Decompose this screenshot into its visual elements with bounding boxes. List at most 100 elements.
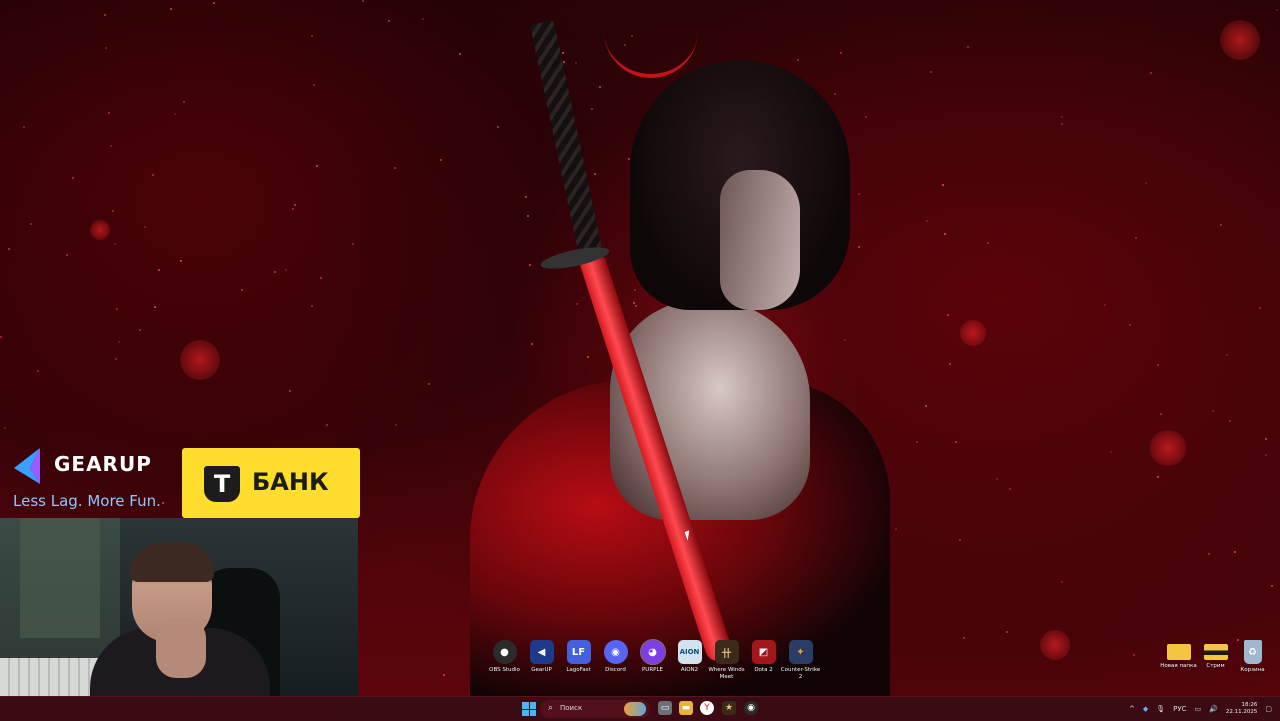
task-view-icon[interactable]: ▭ [658,701,672,715]
desktop-right-shortcuts: Новая папка Стрим ♻ Корзина [1160,640,1271,674]
wallpaper-sword-handle [530,20,604,260]
clock-time: 18:26 [1241,702,1258,708]
wallpaper-star [587,356,589,358]
gearup-slogan: Less Lag. More Fun. [13,492,161,510]
wallpaper-star [1265,438,1267,440]
search-placeholder: Поиск [560,704,583,712]
webcam-streamer-hair [130,542,214,582]
wallpaper-star [527,215,529,217]
wallpaper-bokeh [180,340,220,380]
wallpaper-star [183,101,185,103]
wallpaper-star [154,306,156,308]
wallpaper-star [1212,410,1214,412]
wallpaper-star [1129,324,1131,326]
wallpaper-star [104,14,106,16]
wallpaper-star [865,116,867,118]
wallpaper-star [388,20,390,22]
taskbar-search[interactable]: ⌕ Поиск [540,700,650,718]
shortcut-label: Counter-Strike 2 [780,667,821,680]
yandex-browser-icon[interactable]: Y [700,701,714,715]
wallpaper-star [967,46,969,48]
shortcut-where-winds-meet[interactable]: 卄 Where Winds Meet [708,640,745,681]
wallpaper-bokeh [1150,430,1186,466]
wallpaper-star [313,84,315,86]
wallpaper-star [1009,488,1011,490]
wallpaper-star [1135,237,1137,239]
volume-icon[interactable]: 🔊 [1209,705,1218,713]
search-highlight-icon [624,702,646,716]
wallpaper-star [72,177,74,179]
wallpaper-star [531,343,533,345]
shortcut-stream-folder[interactable]: Стрим [1197,640,1234,674]
wallpaper-star [4,427,6,429]
lagofast-icon: LF [566,640,591,664]
wallpaper-star [949,363,951,365]
taskbar: ⌕ Поиск ▭ ▬ Y ★ ◉ ^ ◆ 🎙 РУС ▭ 🔊 18:26 22… [0,696,1280,721]
start-button[interactable] [522,702,536,716]
wallpaper-star [144,226,146,228]
wallpaper-star [1061,123,1063,125]
wallpaper-star [858,193,860,195]
tbank-banner: T БАНК [182,448,360,518]
windows-logo-icon [522,702,529,709]
language-indicator[interactable]: РУС [1173,705,1186,713]
tbank-logo-icon: T [204,466,240,502]
wallpaper-star [23,126,25,128]
wallpaper-star [834,93,836,95]
wallpaper-star [955,441,957,443]
wallpaper-star [114,243,116,245]
folder-icon [1166,644,1191,660]
wallpaper-star [66,254,68,256]
wallpaper-star [158,269,160,271]
wallpaper-bokeh [1220,20,1260,60]
wallpaper-star [440,159,442,161]
monitor-icon[interactable]: ▭ [1195,705,1202,713]
shortcut-label: Корзина [1240,667,1265,673]
wallpaper-star [443,674,445,676]
wallpaper-star [633,302,635,304]
wallpaper-star [170,8,172,10]
wallpaper-star [1265,454,1267,456]
file-explorer-icon[interactable]: ▬ [679,701,693,715]
wallpaper-star [575,62,577,64]
search-icon: ⌕ [548,703,554,713]
chevron-up-icon[interactable]: ^ [1129,705,1135,713]
shortcut-dota2[interactable]: ◩ Dota 2 [745,640,782,681]
wallpaper-star [1006,631,1008,633]
game-launcher-icon[interactable]: ★ [722,701,736,715]
wallpaper-star [105,47,107,49]
wallpaper-star [37,370,39,372]
wallpaper-star [1220,224,1222,226]
shortcut-obs-studio[interactable]: ● OBS Studio [486,640,523,681]
wallpaper-star [1061,116,1063,118]
webcam-feed [0,518,358,720]
wallpaper-star [112,210,114,212]
aion2-icon: AION [677,640,702,664]
wallpaper-star [326,424,328,426]
shortcut-counter-strike-2[interactable]: ✦ Counter-Strike 2 [781,640,820,681]
wallpaper-star [634,289,636,291]
notifications-icon[interactable]: ▢ [1265,705,1272,713]
shortcut-gearup[interactable]: ◀ GearUP [523,640,560,681]
shortcut-discord[interactable]: ◉ Discord [597,640,634,681]
clock[interactable]: 18:26 22.11.2025 [1226,702,1258,716]
wallpaper-star [428,383,430,385]
tray-app-icon[interactable]: ◆ [1143,705,1148,713]
purple-icon: ◕ [639,639,666,665]
wallpaper-star [362,0,364,2]
shortcut-aion2[interactable]: AION AION2 [671,640,708,681]
shortcut-purple[interactable]: ◕ PURPLE [634,639,671,681]
microphone-icon[interactable]: 🎙 [1156,705,1165,713]
obs-taskbar-icon[interactable]: ◉ [744,701,758,715]
wallpaper-star [959,539,961,541]
shortcut-new-folder[interactable]: Новая папка [1160,640,1197,674]
wallpaper-star [116,308,118,310]
shortcut-recycle-bin[interactable]: ♻ Корзина [1234,640,1271,674]
wallpaper-star [963,637,965,639]
wallpaper-star [352,243,354,245]
wallpaper-star [30,223,32,225]
wallpaper-star [292,208,294,210]
gearup-banner: GEARUP Less Lag. More Fun. [0,440,178,518]
shortcut-lagofast[interactable]: LF LagoFast [560,640,597,681]
wallpaper-star [311,305,313,307]
